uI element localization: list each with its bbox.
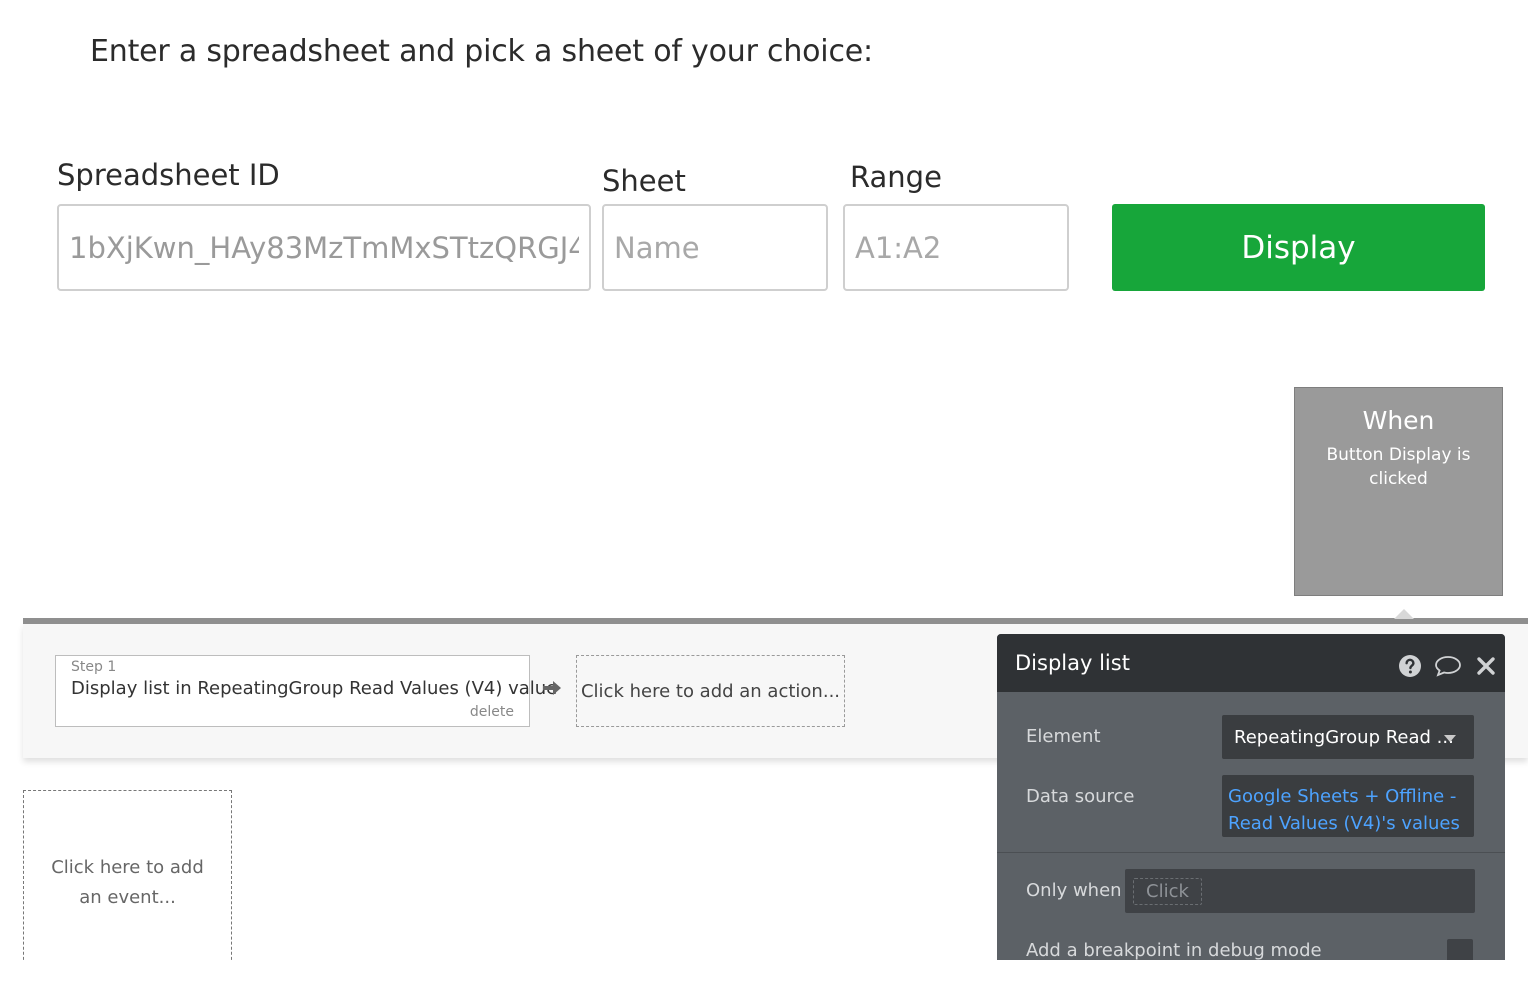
element-dropdown[interactable]: RepeatingGroup Read ... [1222, 715, 1474, 759]
only-when-label: Only when [1026, 880, 1122, 901]
help-icon[interactable] [1398, 654, 1422, 678]
workflow-bar [23, 618, 1528, 624]
range-input[interactable] [843, 204, 1069, 291]
chevron-down-icon [1444, 735, 1456, 742]
event-pointer [1394, 609, 1414, 619]
event-card[interactable]: When Button Display is clicked [1294, 387, 1503, 596]
step-description: Display list in RepeatingGroup Read Valu… [71, 678, 558, 699]
element-value: RepeatingGroup Read ... [1234, 727, 1454, 748]
element-label: Element [1026, 726, 1101, 747]
page-heading: Enter a spreadsheet and pick a sheet of … [90, 34, 873, 69]
only-when-placeholder[interactable]: Click [1133, 878, 1202, 905]
add-event-button[interactable]: Click here to add an event... [23, 790, 232, 975]
add-action-button[interactable]: Click here to add an action... [576, 655, 845, 727]
comment-icon[interactable] [1434, 654, 1462, 678]
arrow-right-icon [543, 681, 561, 695]
property-editor-header: Display list [997, 634, 1505, 692]
sheet-input[interactable] [602, 204, 828, 291]
range-label: Range [850, 160, 942, 194]
property-editor: Display list Element RepeatingGroup Read… [997, 634, 1505, 994]
bottom-edge [0, 960, 1528, 994]
spreadsheet-id-label: Spreadsheet ID [57, 158, 280, 192]
data-source-field[interactable]: Google Sheets + Offline - Read Values (V… [1222, 775, 1474, 837]
breakpoint-label: Add a breakpoint in debug mode [1026, 940, 1322, 961]
data-source-label: Data source [1026, 786, 1135, 807]
divider [997, 852, 1505, 853]
only-when-field[interactable]: Click [1125, 869, 1475, 913]
step-number: Step 1 [71, 659, 117, 675]
property-editor-title: Display list [1015, 651, 1130, 675]
data-source-expression[interactable]: Google Sheets + Offline - Read Values (V… [1228, 783, 1468, 837]
step-card[interactable]: Step 1 Display list in RepeatingGroup Re… [55, 655, 557, 727]
sheet-label: Sheet [602, 164, 686, 198]
event-title: When [1362, 406, 1435, 435]
spreadsheet-id-input[interactable] [57, 204, 591, 291]
close-icon[interactable] [1476, 656, 1496, 676]
step-delete-link[interactable]: delete [470, 704, 514, 720]
display-button[interactable]: Display [1112, 204, 1485, 291]
event-description: Button Display is clicked [1326, 445, 1471, 489]
